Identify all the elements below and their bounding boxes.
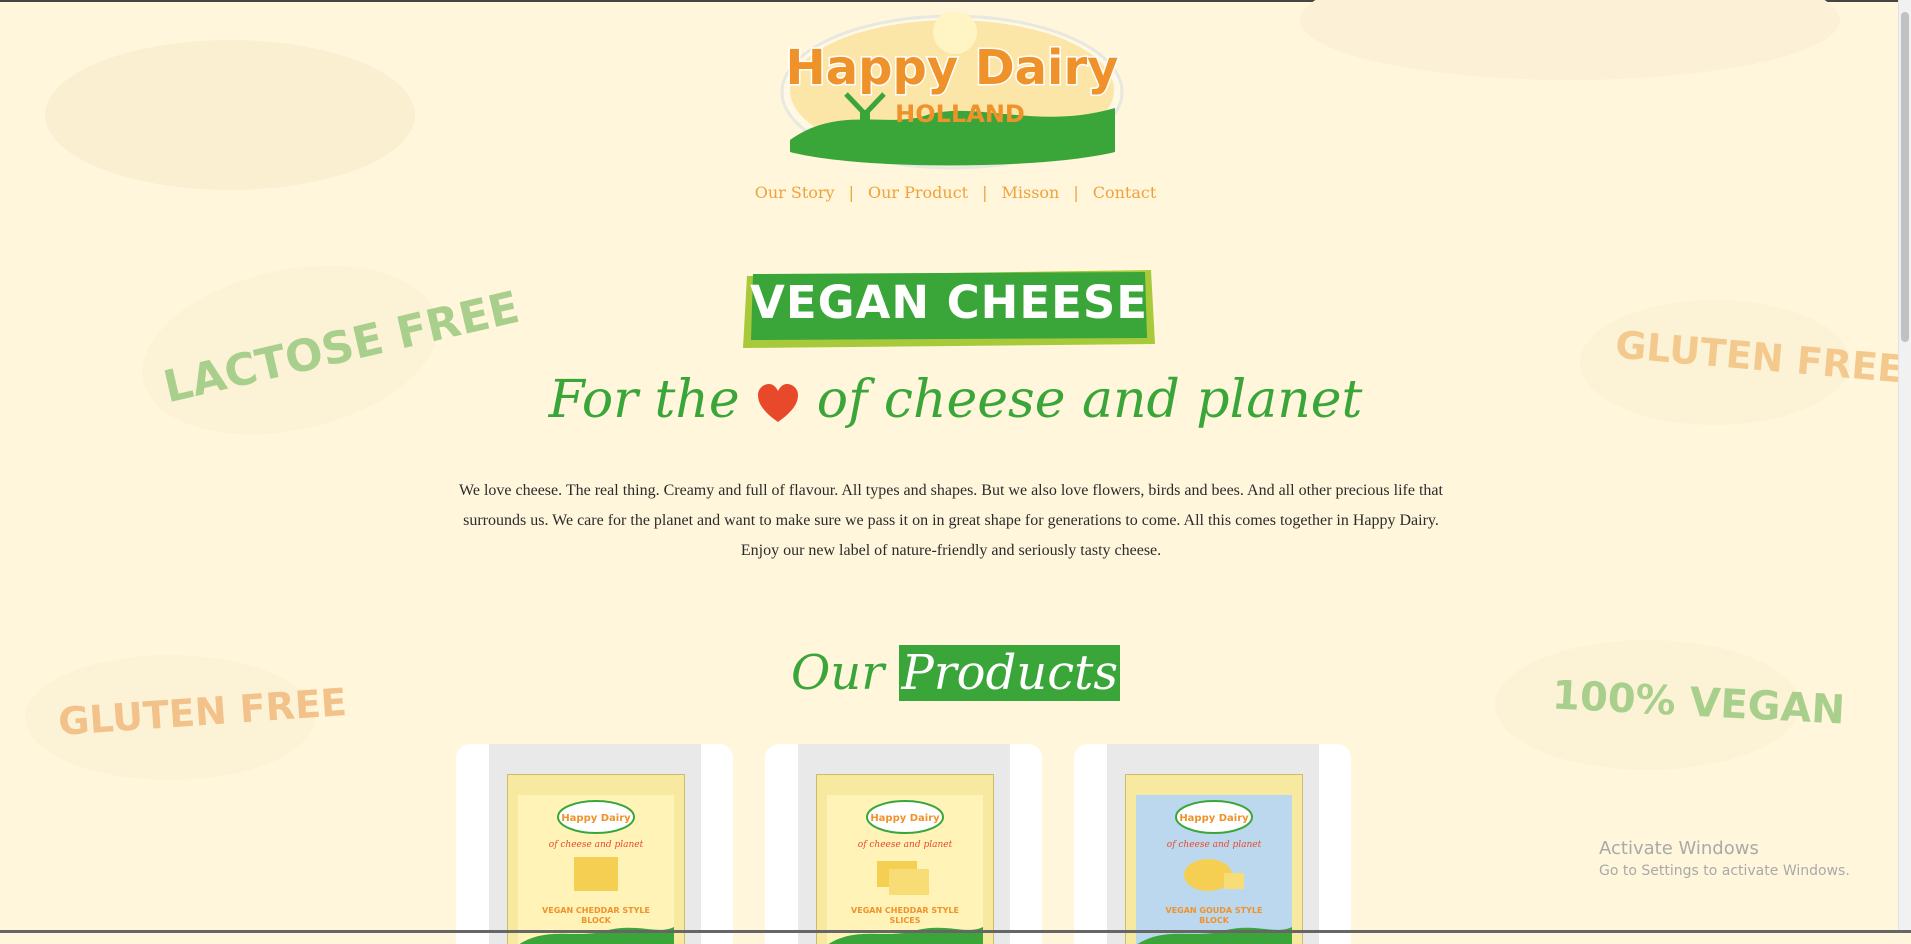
logo-subtitle: HOLLAND — [895, 100, 1025, 128]
package-tagline: of cheese and planet — [549, 840, 644, 850]
products-heading: Our Products — [0, 645, 1911, 701]
products-heading-highlight: Products — [899, 645, 1121, 701]
happy-dairy-logo[interactable]: Happy Dairy HOLLAND — [780, 12, 1125, 170]
nav-separator: | — [1073, 183, 1079, 202]
background-cloud — [1300, 0, 1840, 80]
package-label: Happy Dairy of cheese and planet VEGAN C… — [518, 795, 674, 944]
product-name: VEGAN CHEDDAR STYLE — [542, 906, 650, 915]
package-tagline: of cheese and planet — [1167, 840, 1262, 850]
vertical-scrollbar[interactable] — [1898, 0, 1911, 933]
product-package-image: Happy Dairy of cheese and planet VEGAN C… — [489, 744, 701, 944]
tagline-after: of cheese and planet — [816, 370, 1363, 430]
nav-our-product[interactable]: Our Product — [854, 183, 982, 202]
banner-label: VEGAN CHEESE — [750, 276, 1148, 329]
tagline: For the of cheese and planet — [0, 370, 1911, 430]
package-logo: Happy Dairy — [870, 813, 940, 824]
nav-our-story[interactable]: Our Story — [741, 183, 849, 202]
activate-windows-watermark: Activate Windows Go to Settings to activ… — [1599, 838, 1850, 879]
package-artwork: Happy Dairy of cheese and planet VEGAN C… — [828, 800, 983, 944]
product-name: VEGAN GOUDA STYLE — [1166, 906, 1263, 915]
package-logo: Happy Dairy — [561, 813, 631, 824]
scrollbar-thumb[interactable] — [1901, 12, 1909, 342]
nav-contact[interactable]: Contact — [1079, 183, 1171, 202]
package-tray: Happy Dairy of cheese and planet VEGAN G… — [1125, 774, 1303, 944]
package-artwork: Happy Dairy of cheese and planet VEGAN C… — [519, 800, 674, 944]
product-package-image: Happy Dairy of cheese and planet VEGAN G… — [1107, 744, 1319, 944]
product-card[interactable]: Happy Dairy of cheese and planet VEGAN G… — [1074, 744, 1351, 944]
product-card[interactable]: Happy Dairy of cheese and planet VEGAN C… — [456, 744, 733, 944]
logo-title: Happy Dairy — [786, 40, 1119, 96]
heart-icon — [758, 383, 799, 422]
package-tray: Happy Dairy of cheese and planet VEGAN C… — [507, 774, 685, 944]
product-form: SLICES — [890, 916, 921, 925]
nav-separator: | — [982, 183, 988, 202]
main-nav: Our Story | Our Product | Misson | Contact — [0, 183, 1911, 202]
background-cloud — [45, 40, 415, 190]
products-heading-plain: Our — [790, 645, 885, 701]
package-artwork: Happy Dairy of cheese and planet VEGAN G… — [1137, 800, 1292, 944]
product-card[interactable]: Happy Dairy of cheese and planet VEGAN C… — [765, 744, 1042, 944]
package-label: Happy Dairy of cheese and planet VEGAN G… — [1136, 795, 1292, 944]
package-label: Happy Dairy of cheese and planet VEGAN C… — [827, 795, 983, 944]
product-form: BLOCK — [1199, 916, 1230, 925]
package-tray: Happy Dairy of cheese and planet VEGAN C… — [816, 774, 994, 944]
activate-windows-title: Activate Windows — [1599, 838, 1759, 859]
product-package-image: Happy Dairy of cheese and planet VEGAN C… — [798, 744, 1010, 944]
intro-paragraph: We love cheese. The real thing. Creamy a… — [459, 482, 1443, 559]
package-logo: Happy Dairy — [1179, 813, 1249, 824]
nav-misson[interactable]: Misson — [988, 183, 1074, 202]
product-name: VEGAN CHEDDAR STYLE — [851, 906, 959, 915]
package-tagline: of cheese and planet — [858, 840, 953, 850]
product-form: BLOCK — [581, 916, 612, 925]
activate-windows-subtitle: Go to Settings to activate Windows. — [1599, 863, 1850, 879]
tagline-before: For the — [548, 370, 740, 430]
